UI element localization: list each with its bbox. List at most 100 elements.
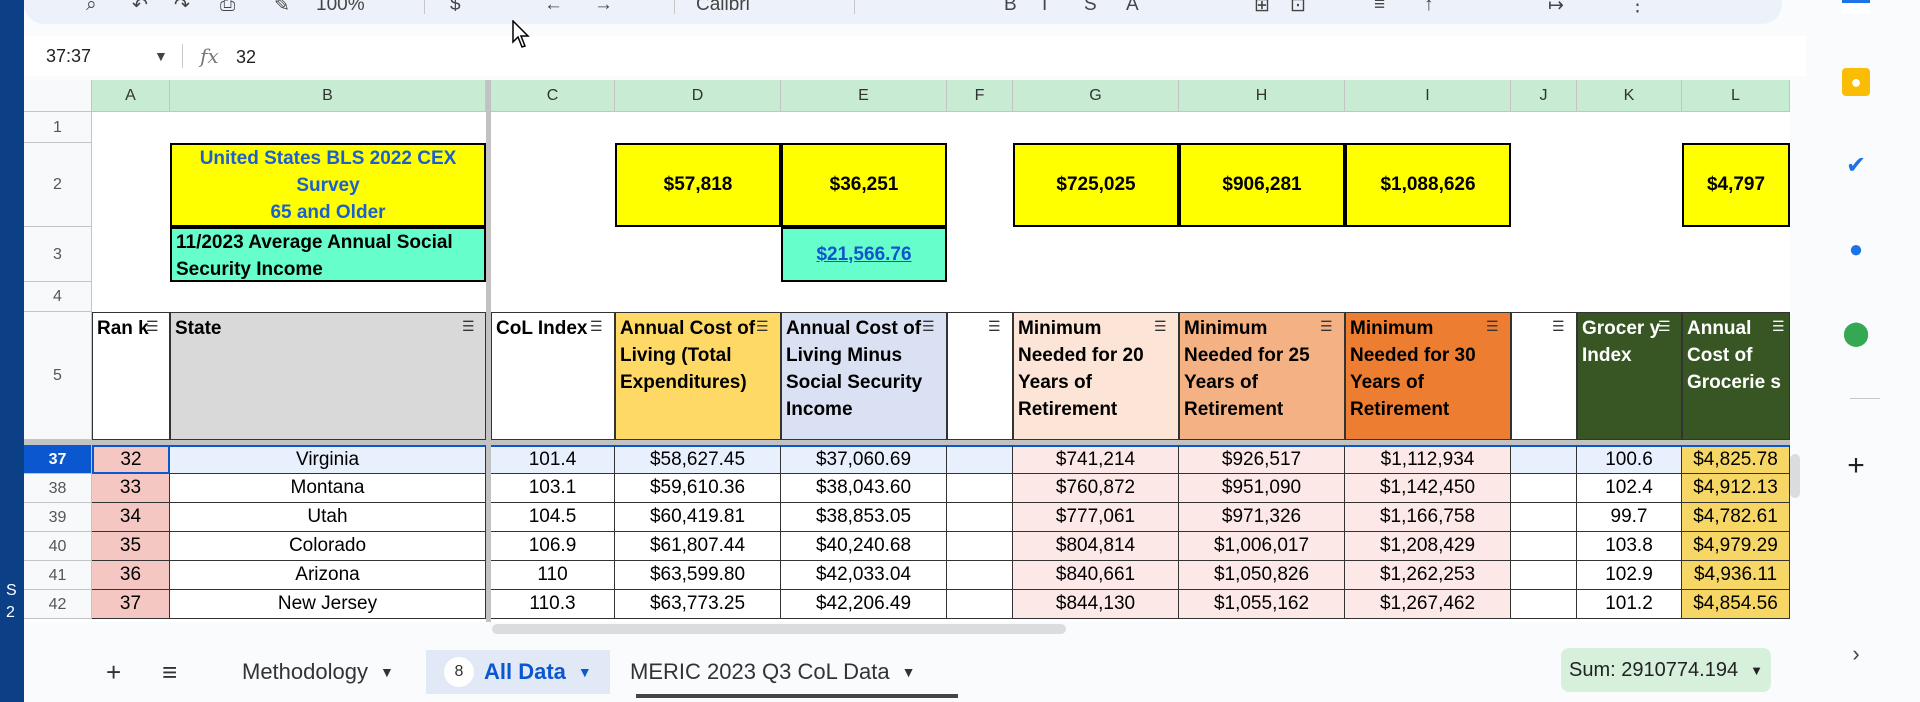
filter-icon[interactable]: ☰ — [1552, 318, 1565, 335]
wrap-icon[interactable]: ↦ — [1548, 0, 1564, 17]
header-f[interactable] — [947, 312, 1013, 440]
contacts-icon[interactable]: ● — [1842, 236, 1870, 264]
name-box[interactable]: 37:37 — [46, 46, 91, 67]
cell-grocost[interactable]: $4,912.13 — [1682, 474, 1790, 503]
cell-cost[interactable]: $59,610.36 — [615, 474, 781, 503]
tab-all-data[interactable]: 8 All Data ▼ — [426, 650, 610, 694]
cell-grid[interactable]: ABCDEFGHIJKL 1 2 3 4 5 37 38 39 40 41 42 United St… — [24, 80, 1790, 622]
row-header[interactable]: 37 — [24, 445, 92, 474]
cell-y20[interactable]: $760,872 — [1013, 474, 1179, 503]
filter-icon[interactable]: ☰ — [756, 318, 769, 335]
filter-icon[interactable]: ☰ — [1486, 318, 1499, 335]
cell-y20[interactable]: $844,130 — [1013, 590, 1179, 619]
cell-i2[interactable]: $1,088,626 — [1345, 143, 1511, 227]
all-sheets-button[interactable]: ≡ — [162, 650, 177, 694]
row-header[interactable]: 42 — [24, 590, 92, 619]
redo-icon[interactable]: ↷ — [174, 0, 190, 17]
empty-cell[interactable] — [947, 503, 1013, 532]
cell-cost[interactable]: $63,773.25 — [615, 590, 781, 619]
cell-col[interactable]: 104.5 — [491, 503, 615, 532]
cell-y20[interactable]: $804,814 — [1013, 532, 1179, 561]
add-addon-icon[interactable]: + — [1842, 451, 1870, 481]
cell-y30[interactable]: $1,142,450 — [1345, 474, 1511, 503]
cell-minus[interactable]: $38,853.05 — [781, 503, 947, 532]
cell-y20[interactable]: $777,061 — [1013, 503, 1179, 532]
frozen-column-divider[interactable] — [486, 80, 491, 622]
cell-y25[interactable]: $1,055,162 — [1179, 590, 1345, 619]
row-header[interactable]: 41 — [24, 561, 92, 590]
chevron-right-icon[interactable]: › — [1842, 640, 1870, 668]
cell-grocost[interactable]: $4,936.11 — [1682, 561, 1790, 590]
cell-minus[interactable]: $37,060.69 — [781, 445, 947, 474]
bold-icon[interactable]: B — [1004, 0, 1017, 16]
chevron-down-icon[interactable]: ▼ — [380, 664, 394, 680]
cell-state[interactable]: Colorado — [170, 532, 486, 561]
row-header[interactable]: 1 — [24, 112, 92, 143]
merge-icon[interactable]: ⊡ — [1290, 0, 1306, 17]
cell-groc[interactable]: 103.8 — [1577, 532, 1682, 561]
row-header[interactable]: 38 — [24, 474, 92, 503]
cell-y30[interactable]: $1,112,934 — [1345, 445, 1511, 474]
cell-y30[interactable]: $1,267,462 — [1345, 590, 1511, 619]
valign-icon[interactable]: ↑ — [1424, 0, 1434, 16]
cell-col[interactable]: 106.9 — [491, 532, 615, 561]
cell-grocost[interactable]: $4,782.61 — [1682, 503, 1790, 532]
maps-icon[interactable]: ⬤ — [1842, 320, 1870, 348]
column-header-h[interactable]: H — [1179, 80, 1345, 112]
row-header[interactable]: 3 — [24, 227, 92, 282]
zoom-select[interactable]: 100% — [316, 0, 365, 16]
column-header-f[interactable]: F — [947, 80, 1013, 112]
cell-y25[interactable]: $971,326 — [1179, 503, 1345, 532]
cell-minus[interactable]: $38,043.60 — [781, 474, 947, 503]
cell-h2[interactable]: $906,281 — [1179, 143, 1345, 227]
vertical-scrollbar[interactable] — [1790, 454, 1800, 498]
cell-col[interactable]: 103.1 — [491, 474, 615, 503]
filter-icon[interactable]: ☰ — [1658, 318, 1671, 335]
cell-d2[interactable]: $57,818 — [615, 143, 781, 227]
decrease-decimal-icon[interactable]: ← — [544, 0, 563, 16]
text-color-icon[interactable]: A — [1126, 0, 1139, 16]
row-header[interactable]: 5 — [24, 312, 92, 440]
cell-groc[interactable]: 100.6 — [1577, 445, 1682, 474]
cell-cost[interactable]: $61,807.44 — [615, 532, 781, 561]
column-header-e[interactable]: E — [781, 80, 947, 112]
increase-decimal-icon[interactable]: → — [594, 0, 613, 16]
cell-rank[interactable]: 32 — [92, 445, 170, 474]
cell-y20[interactable]: $840,661 — [1013, 561, 1179, 590]
empty-cell[interactable] — [1511, 474, 1577, 503]
header-j[interactable] — [1511, 312, 1577, 440]
column-header-d[interactable]: D — [615, 80, 781, 112]
tab-meric[interactable]: MERIC 2023 Q3 CoL Data ▼ — [630, 650, 916, 694]
empty-cell[interactable] — [947, 561, 1013, 590]
filter-icon[interactable]: ☰ — [1320, 318, 1333, 335]
cell-l2[interactable]: $4,797 — [1682, 143, 1790, 227]
row-header[interactable]: 39 — [24, 503, 92, 532]
cell-state[interactable]: Arizona — [170, 561, 486, 590]
formula-input[interactable]: 32 — [236, 47, 256, 68]
empty-cell[interactable] — [947, 532, 1013, 561]
cell-groc[interactable]: 101.2 — [1577, 590, 1682, 619]
empty-cell[interactable] — [1511, 503, 1577, 532]
ss-income-link[interactable]: $21,566.76 — [816, 244, 911, 266]
cell-y25[interactable]: $1,050,826 — [1179, 561, 1345, 590]
cell-minus[interactable]: $42,033.04 — [781, 561, 947, 590]
cell-cost[interactable]: $60,419.81 — [615, 503, 781, 532]
borders-icon[interactable]: ⊞ — [1254, 0, 1270, 17]
row-header[interactable]: 4 — [24, 282, 92, 312]
cell-g2[interactable]: $725,025 — [1013, 143, 1179, 227]
cell-e2[interactable]: $36,251 — [781, 143, 947, 227]
select-all-corner[interactable] — [24, 80, 92, 112]
filter-icon[interactable]: ☰ — [988, 318, 1001, 335]
cell-y20[interactable]: $741,214 — [1013, 445, 1179, 474]
cell-minus[interactable]: $40,240.68 — [781, 532, 947, 561]
cell-y25[interactable]: $1,006,017 — [1179, 532, 1345, 561]
cell-state[interactable]: Virginia — [170, 445, 486, 474]
cell-col[interactable]: 101.4 — [491, 445, 615, 474]
undo-icon[interactable]: ↶ — [132, 0, 148, 17]
column-header-j[interactable]: J — [1511, 80, 1577, 112]
column-header-a[interactable]: A — [92, 80, 170, 112]
filter-icon[interactable]: ☰ — [590, 318, 603, 335]
row-header[interactable]: 40 — [24, 532, 92, 561]
keep-icon[interactable]: ● — [1842, 68, 1870, 96]
column-header-c[interactable]: C — [491, 80, 615, 112]
